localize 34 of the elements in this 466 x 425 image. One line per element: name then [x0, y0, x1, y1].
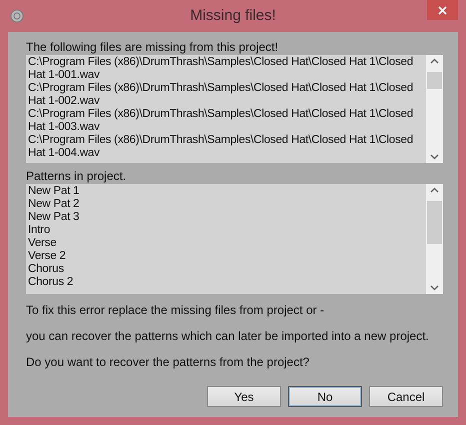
list-item[interactable]: Chorus 2 [28, 276, 424, 289]
message-text: you can recover the patterns which can later be imported into a new project. [26, 330, 430, 343]
message-text: To fix this error replace the missing files from project or - [26, 304, 326, 317]
list-box[interactable] [26, 55, 443, 163]
list-label: The following files are missing from this project! [26, 41, 280, 54]
scroll-down-icon[interactable] [430, 154, 439, 160]
list-item[interactable]: Chorus [28, 263, 424, 276]
dialog-button[interactable]: No [288, 386, 362, 407]
list-box[interactable]: New Pat 1 New Pat 2 New Pat 3 Intro Verse Verse 2 Chorus Chorus 2 [26, 184, 443, 294]
window-title: Missing files! [190, 7, 276, 24]
list-item[interactable]: Verse 2 [28, 250, 424, 263]
list-item[interactable]: C:\Program Files (x86)\DrumThrash\Samples\Closed Hat\Closed Hat 1\Closed Hat 1-001.wav [28, 56, 424, 82]
scrollbar-thumb[interactable] [427, 201, 442, 244]
dialog-button[interactable]: Yes [207, 386, 281, 407]
scroll-up-icon[interactable] [430, 187, 439, 193]
app-icon [10, 9, 24, 23]
list-item[interactable]: Intro [28, 224, 424, 237]
list-item[interactable]: New Pat 1 [28, 185, 424, 198]
scroll-down-icon[interactable] [430, 285, 439, 291]
scrollbar[interactable] [426, 184, 443, 294]
list-item[interactable]: Verse [28, 237, 424, 250]
close-icon [438, 6, 447, 14]
close-button[interactable] [427, 0, 458, 20]
scroll-up-icon[interactable] [430, 58, 439, 64]
list-item[interactable]: C:\Program Files (x86)\DrumThrash\Samples\Closed Hat\Closed Hat 1\Closed Hat 1-004.wav [28, 134, 424, 160]
list-item[interactable]: New Pat 3 [28, 211, 424, 224]
list-item[interactable]: C:\Program Files (x86)\DrumThrash\Samples\Closed Hat\Closed Hat 1\Closed Hat 1-003.wav [28, 108, 424, 134]
list-item[interactable]: New Pat 2 [28, 198, 424, 211]
list-item[interactable]: C:\Program Files (x86)\DrumThrash\Samples\Closed Hat\Closed Hat 1\Closed Hat 1-002.wav [28, 82, 424, 108]
scrollbar[interactable] [426, 55, 443, 163]
message-text: Do you want to recover the patterns from the project? [26, 356, 310, 369]
list-label: Patterns in project. [26, 170, 128, 183]
scrollbar-thumb[interactable] [427, 72, 442, 89]
dialog-button[interactable]: Cancel [369, 386, 443, 407]
